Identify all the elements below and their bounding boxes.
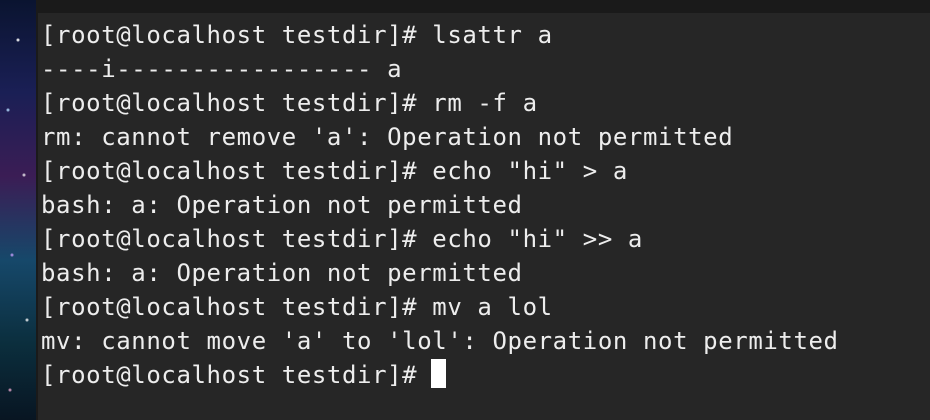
terminal-output[interactable]: [root@localhost testdir]# lsattr a ----i… <box>41 18 930 420</box>
output-line: ----i----------------- a <box>41 55 403 83</box>
output-line: mv: cannot move 'a' to 'lol': Operation … <box>41 327 839 355</box>
command-line: [root@localhost testdir]# rm -f a <box>41 89 538 117</box>
terminal-window[interactable]: [root@localhost testdir]# lsattr a ----i… <box>36 0 930 420</box>
desktop-wallpaper <box>0 0 36 420</box>
command-line: [root@localhost testdir]# mv a lol <box>41 293 553 321</box>
current-prompt-line[interactable]: [root@localhost testdir]# <box>41 358 930 392</box>
command-line: [root@localhost testdir]# echo "hi" > a <box>41 157 628 185</box>
output-line: bash: a: Operation not permitted <box>41 191 523 219</box>
shell-prompt: [root@localhost testdir]# <box>41 361 418 389</box>
output-line: bash: a: Operation not permitted <box>41 259 523 287</box>
command-line: [root@localhost testdir]# lsattr a <box>41 21 553 49</box>
text-cursor <box>431 359 447 388</box>
output-line: rm: cannot remove 'a': Operation not per… <box>41 123 734 151</box>
command-line: [root@localhost testdir]# echo "hi" >> a <box>41 225 643 253</box>
